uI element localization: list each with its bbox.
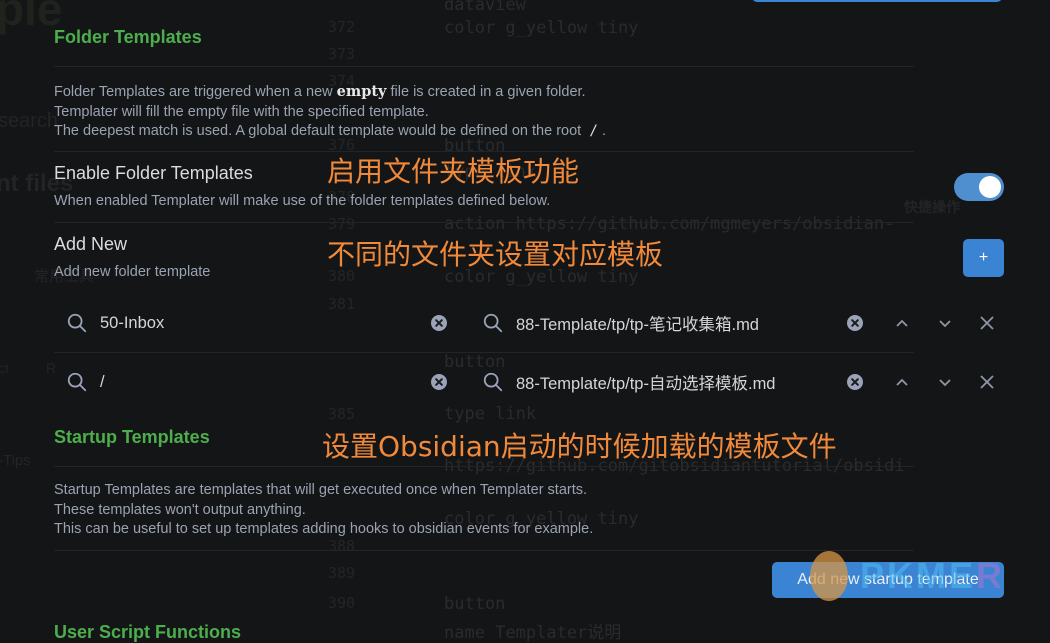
enable-folder-templates-description: When enabled Templater will make use of … — [54, 193, 551, 209]
add-new-description: Add new folder template — [54, 264, 211, 280]
desc-text: Folder Templates are triggered when a ne… — [54, 84, 337, 100]
close-icon[interactable] — [977, 313, 997, 333]
ghost-code-line: type link — [444, 404, 537, 424]
folder-search-input[interactable]: 50-Inbox — [54, 303, 459, 343]
ghost-sidebar-item: search — [0, 110, 59, 132]
clear-icon[interactable] — [847, 374, 863, 390]
search-icon — [67, 372, 87, 392]
ghost-line-number: 373 — [328, 45, 356, 63]
divider — [54, 466, 914, 467]
close-icon[interactable] — [977, 372, 997, 392]
chevron-down-icon[interactable] — [935, 372, 955, 392]
search-icon — [483, 313, 503, 333]
desc-text: Templater will fill the empty file with … — [54, 103, 429, 120]
desc-text: Startup Templates are templates that wil… — [54, 482, 588, 498]
folder-template-row: / 88-Template/tp/tp-自动选择模板.md — [54, 362, 1004, 402]
search-icon — [67, 313, 87, 333]
template-value[interactable]: 88-Template/tp/tp-自动选择模板.md — [516, 370, 776, 394]
clear-icon[interactable] — [847, 315, 863, 331]
chevron-up-icon[interactable] — [892, 313, 912, 333]
add-new-label: Add New — [54, 234, 128, 254]
desc-text: . — [601, 123, 606, 139]
template-value[interactable]: 88-Template/tp/tp-笔记收集箱.md — [516, 311, 759, 335]
folder-templates-heading: Folder Templates — [54, 27, 202, 47]
clear-icon[interactable] — [431, 374, 447, 390]
template-search-input[interactable]: 88-Template/tp/tp-笔记收集箱.md — [470, 303, 870, 343]
template-search-input[interactable]: 88-Template/tp/tp-自动选择模板.md — [470, 362, 870, 402]
folder-search-input[interactable]: / — [54, 362, 459, 402]
desc-text: The deepest match is used. A global defa… — [54, 123, 586, 139]
ghost-sidebar-item: -Tips — [0, 452, 31, 469]
ghost-code-line: dataview — [444, 0, 526, 15]
search-icon — [483, 372, 503, 392]
chevron-down-icon[interactable] — [935, 313, 955, 333]
startup-templates-description: Startup Templates are templates that wil… — [54, 481, 593, 540]
enable-folder-templates-toggle[interactable] — [954, 173, 1004, 201]
desc-text: file is created in a given folder. — [386, 84, 586, 100]
folder-template-row: 50-Inbox 88-Template/tp/tp-笔记收集箱.md — [54, 303, 1004, 343]
clear-icon[interactable] — [431, 315, 447, 331]
ghost-line-number: 390 — [328, 594, 356, 612]
top-cut-button[interactable] — [752, 0, 1002, 2]
folder-value[interactable]: 50-Inbox — [100, 314, 164, 333]
ghost-code-line: button — [444, 594, 506, 614]
annotation-startup: 设置Obsidian启动的时候加载的模板文件 — [322, 430, 837, 463]
divider — [54, 352, 914, 353]
divider — [54, 66, 914, 67]
ghost-code-line: action https://github.com/mgmeyers/obsid… — [444, 214, 895, 234]
desc-bold: empty — [336, 83, 387, 100]
annotation-add-new: 不同的文件夹设置对应模板 — [327, 238, 664, 271]
desc-text: These templates won't output anything. — [54, 501, 306, 518]
ghost-line-number: 389 — [328, 564, 356, 582]
ghost-line-number: 388 — [328, 537, 356, 555]
startup-templates-heading: Startup Templates — [54, 427, 210, 447]
add-new-startup-template-button[interactable]: Add new startup template — [772, 562, 1004, 598]
ghost-line-number: 385 — [328, 405, 356, 423]
folder-templates-description: Folder Templates are triggered when a ne… — [54, 82, 606, 142]
toggle-knob — [979, 176, 1001, 198]
desc-code: / — [589, 123, 598, 139]
ghost-code-line: name Templater说明 — [444, 623, 622, 643]
folder-value[interactable]: / — [100, 373, 105, 392]
annotation-enable: 启用文件夹模板功能 — [327, 155, 580, 188]
chevron-up-icon[interactable] — [892, 372, 912, 392]
ghost-line-number: 379 — [328, 215, 356, 233]
enable-folder-templates-label: Enable Folder Templates — [54, 163, 253, 183]
ghost-line-number: 372 — [328, 18, 356, 36]
add-folder-template-button[interactable]: + — [963, 239, 1004, 277]
divider — [54, 222, 914, 223]
ghost-sidebar-item: ct — [0, 360, 9, 376]
ghost-right-panel: 快捷操作 — [904, 199, 960, 215]
ghost-code-line: color g_yellow tiny — [444, 18, 639, 38]
divider — [54, 550, 914, 551]
desc-text: This can be useful to set up templates a… — [54, 521, 594, 537]
